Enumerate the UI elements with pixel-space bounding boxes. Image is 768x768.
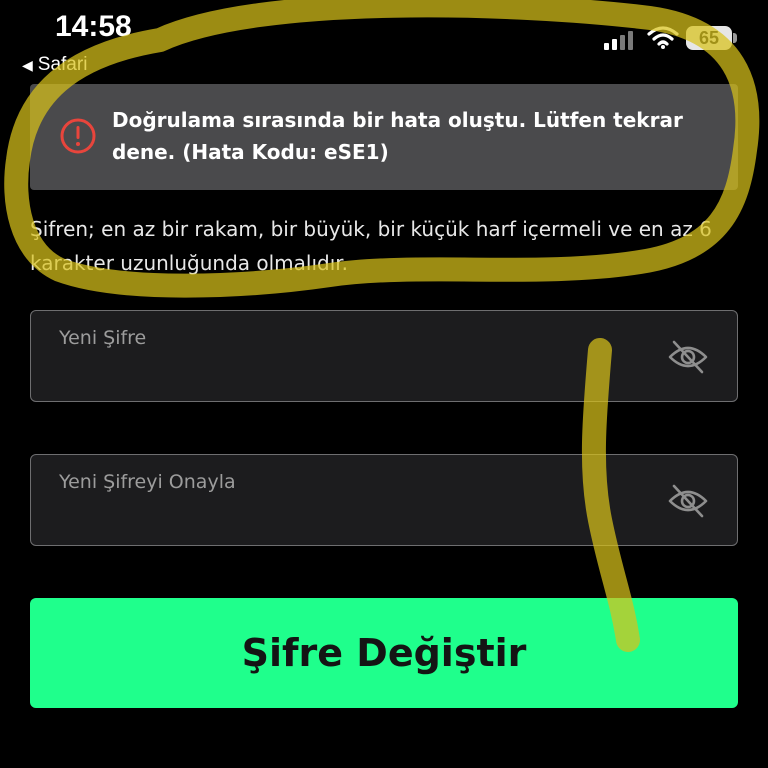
status-bar: 14:58 ◀ Safari 65 bbox=[0, 0, 768, 80]
eye-off-icon[interactable] bbox=[667, 337, 709, 377]
new-password-field[interactable] bbox=[30, 310, 738, 402]
back-to-safari-link[interactable]: ◀ Safari bbox=[22, 54, 87, 76]
battery-nub bbox=[733, 33, 737, 43]
back-arrow-icon: ◀ bbox=[22, 56, 33, 73]
confirm-password-field[interactable] bbox=[30, 454, 738, 546]
error-banner: Doğrulama sırasında bir hata oluştu. Lüt… bbox=[30, 84, 738, 190]
battery-icon: 65 bbox=[686, 26, 732, 50]
change-password-button[interactable]: Şifre Değiştir bbox=[30, 598, 738, 708]
eye-off-icon[interactable] bbox=[667, 481, 709, 521]
confirm-password-input[interactable] bbox=[59, 467, 659, 497]
new-password-input[interactable] bbox=[59, 323, 659, 353]
signal-icon bbox=[604, 31, 633, 50]
alert-circle-icon bbox=[60, 118, 96, 154]
status-time: 14:58 bbox=[55, 10, 132, 43]
password-requirements-text: Şifren; en az bir rakam, bir büyük, bir … bbox=[30, 217, 712, 275]
wifi-icon bbox=[647, 26, 679, 49]
error-message: Doğrulama sırasında bir hata oluştu. Lüt… bbox=[112, 108, 683, 164]
back-link-label: Safari bbox=[37, 54, 88, 75]
